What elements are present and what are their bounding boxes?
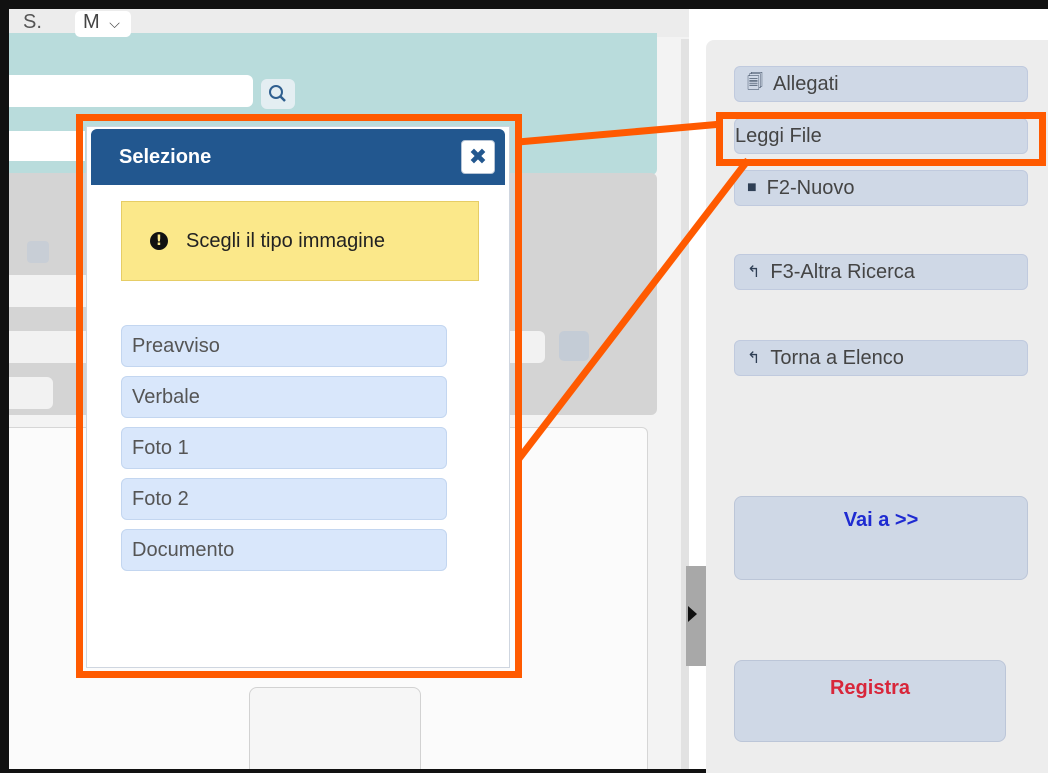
dialog-title: Selezione: [119, 146, 212, 168]
warning-text: Scegli il tipo immagine: [186, 229, 385, 252]
warning-message: ! Scegli il tipo immagine: [121, 201, 479, 281]
leggi-file-highlight: [716, 112, 1046, 166]
option-label: Documento: [132, 538, 235, 561]
option-documento[interactable]: Documento: [121, 529, 447, 571]
option-foto-2[interactable]: Foto 2: [121, 478, 447, 520]
selezione-dialog: Selezione ✖ ! Scegli il tipo immagine Pr…: [86, 126, 510, 668]
exclamation-circle-icon: !: [150, 232, 168, 250]
dialog-header: Selezione ✖: [91, 129, 505, 185]
close-button[interactable]: ✖: [461, 140, 495, 174]
option-foto-1[interactable]: Foto 1: [121, 427, 447, 469]
option-label: Foto 1: [132, 436, 189, 459]
option-verbale[interactable]: Verbale: [121, 376, 447, 418]
option-label: Foto 2: [132, 487, 189, 510]
option-label: Preavviso: [132, 334, 220, 357]
option-preavviso[interactable]: Preavviso: [121, 325, 447, 367]
option-label: Verbale: [132, 385, 200, 408]
close-icon: ✖: [468, 144, 488, 170]
